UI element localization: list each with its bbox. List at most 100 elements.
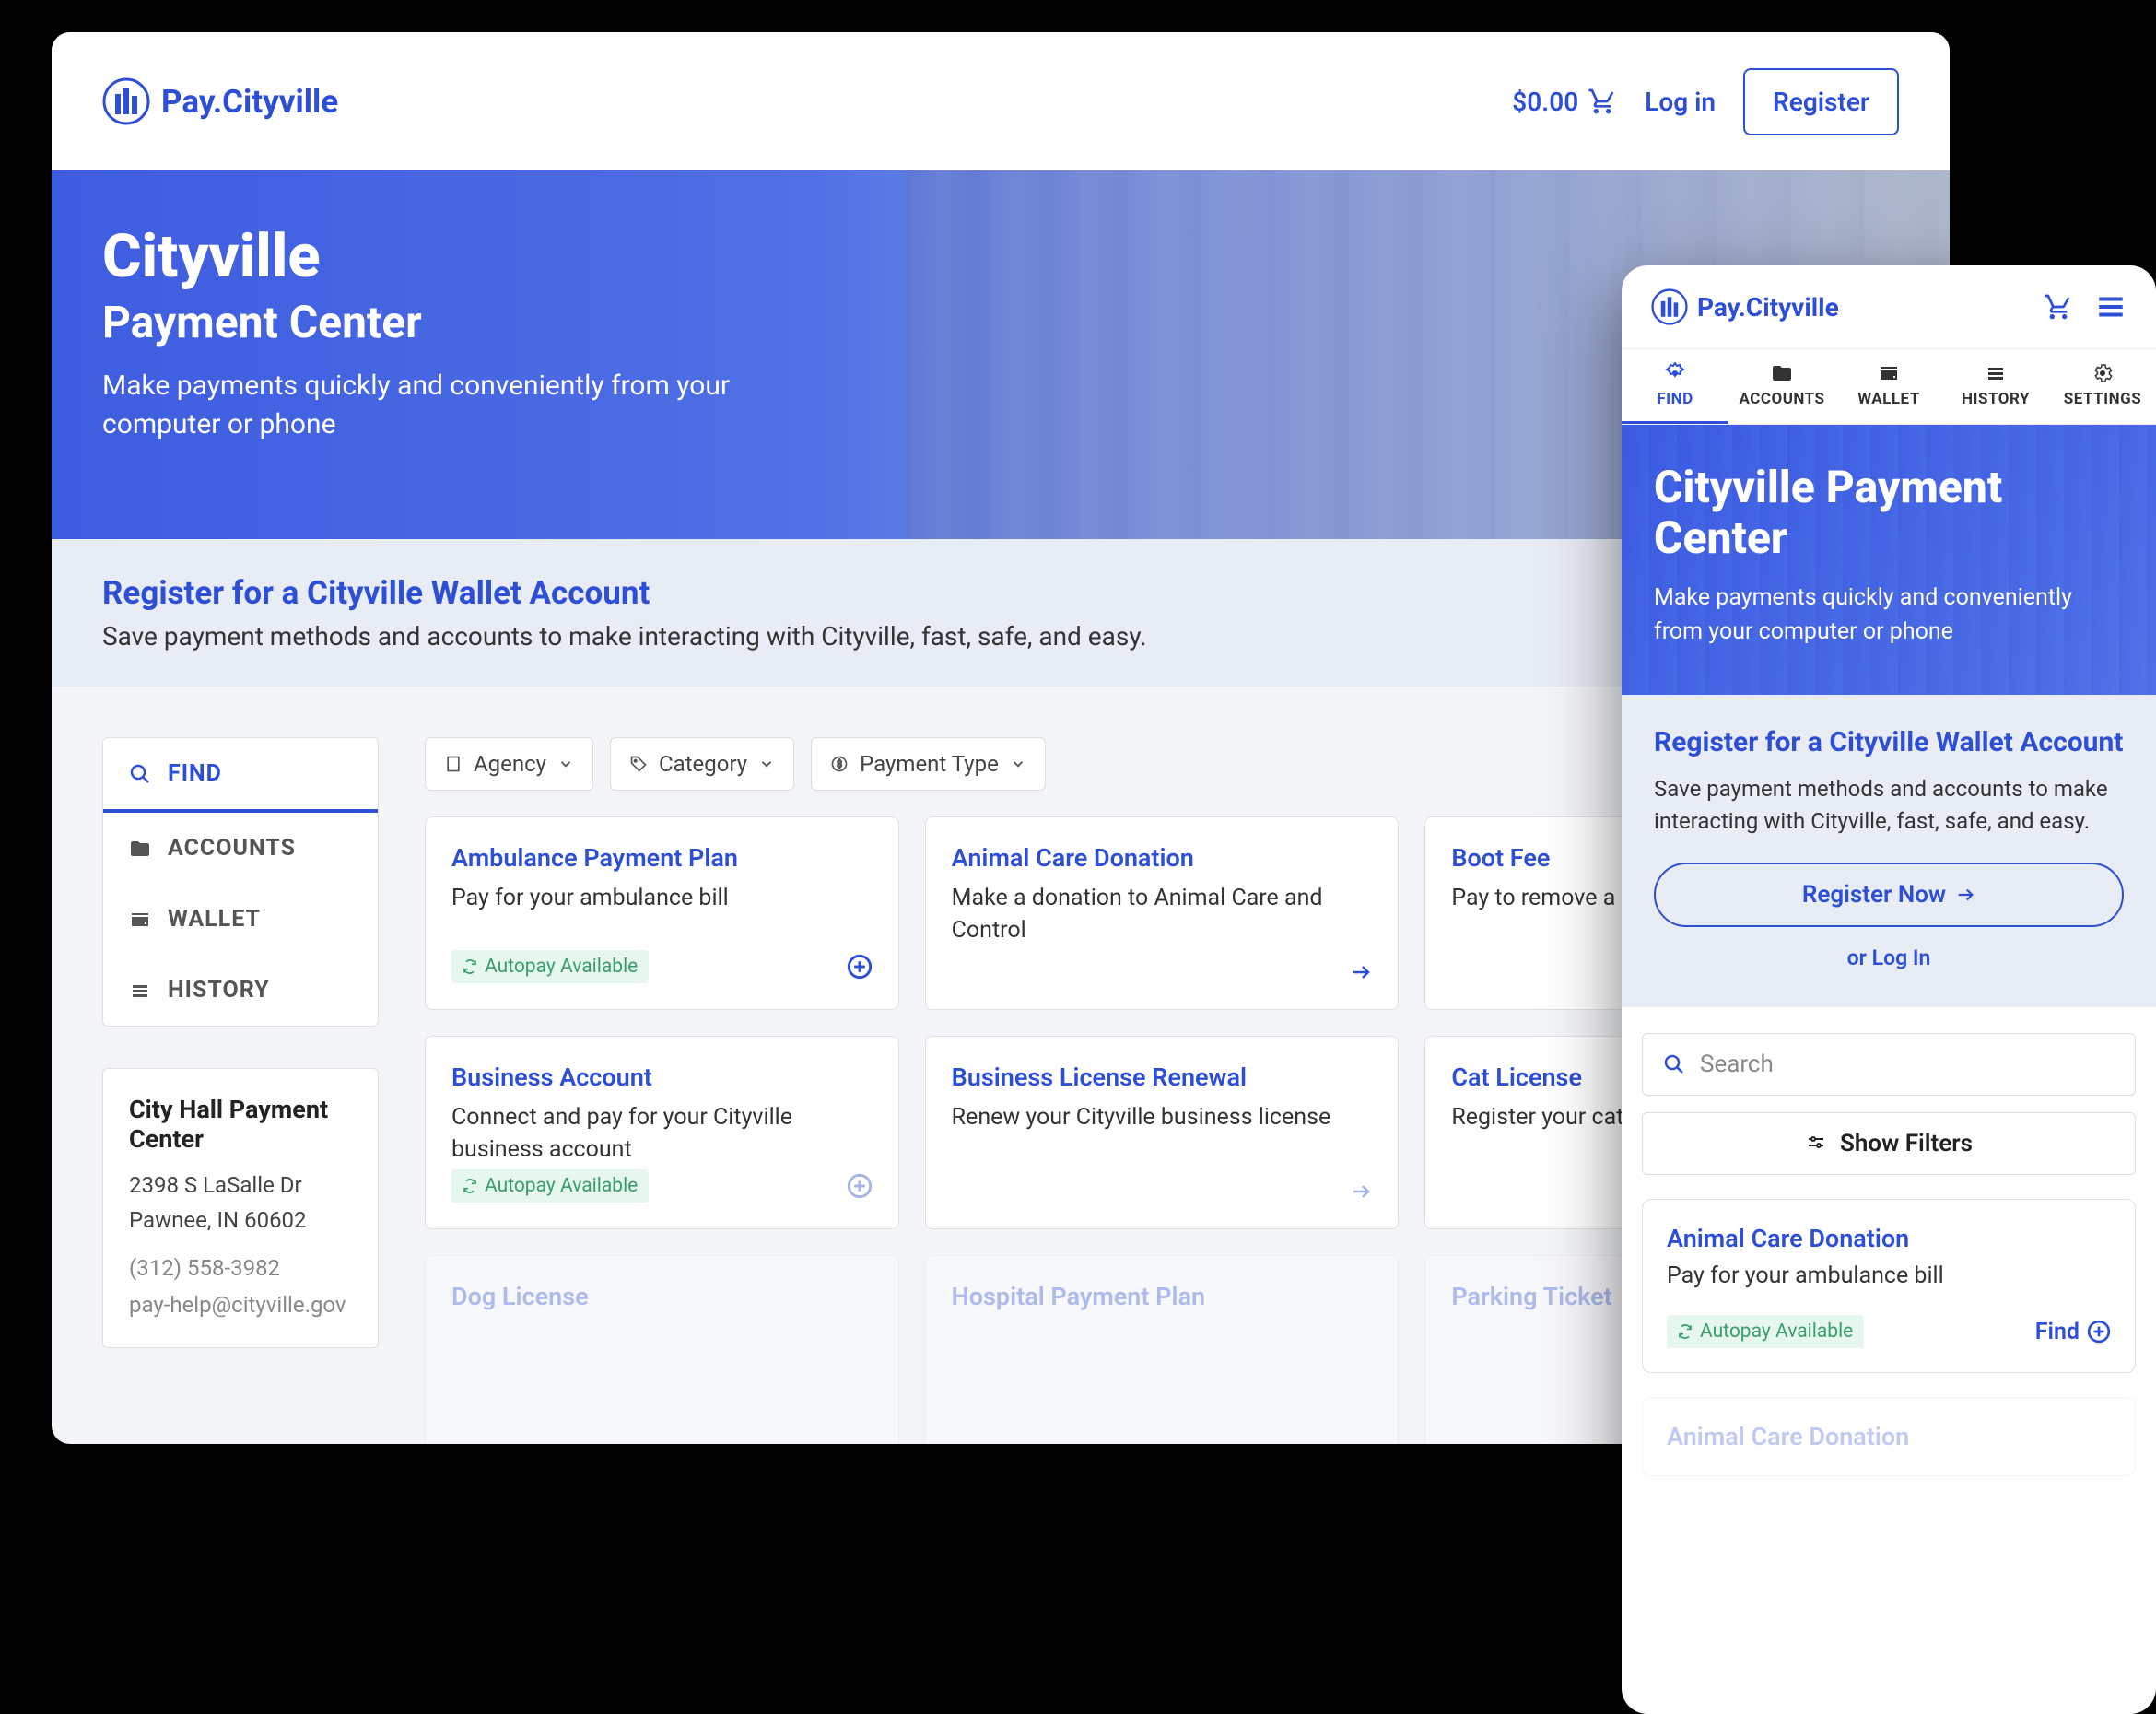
logo-text: Pay.Cityville — [161, 83, 338, 121]
wallet-icon — [1878, 362, 1900, 384]
tab-find[interactable]: FIND — [1622, 349, 1728, 424]
payment-card[interactable]: Ambulance Payment Plan Pay for your ambul… — [425, 816, 899, 1010]
cart-amount: $0.00 — [1512, 87, 1578, 117]
svg-text:$: $ — [837, 757, 842, 769]
tab-history[interactable]: HISTORY — [1942, 349, 2049, 424]
card-title: Animal Care Donation — [952, 843, 1373, 873]
tab-settings[interactable]: SETTINGS — [2049, 349, 2156, 424]
info-title: City Hall Payment Center — [129, 1095, 352, 1154]
logo-icon — [1651, 288, 1688, 325]
arrow-right-icon — [1955, 885, 1975, 905]
or-login-link[interactable]: or Log In — [1654, 945, 2124, 970]
payment-card-faded: Animal Care Donation — [1642, 1397, 2136, 1476]
plus-circle-icon — [2087, 1320, 2111, 1344]
card-desc: Pay for your ambulance bill — [451, 882, 873, 914]
autopay-badge: Autopay Available — [451, 1169, 649, 1203]
search-icon — [1663, 1053, 1685, 1075]
info-email: pay-help@cityville.gov — [129, 1288, 352, 1321]
register-button[interactable]: Register — [1743, 68, 1899, 135]
find-button[interactable]: Find — [2035, 1319, 2111, 1345]
gear-icon — [2092, 362, 2114, 384]
tab-wallet[interactable]: WALLET — [1835, 349, 1942, 424]
card-title: Ambulance Payment Plan — [451, 843, 873, 873]
sidebar: FIND ACCOUNTS WALLET HISTORY City Hall P… — [102, 737, 379, 1444]
mobile-view: Pay.Cityville FIND ACCOUNTS WALLET HISTO… — [1622, 265, 2156, 1714]
payment-card-faded: Hospital Payment Plan — [925, 1255, 1400, 1444]
card-footer — [952, 1180, 1373, 1203]
payment-card[interactable]: Business Account Connect and pay for your… — [425, 1036, 899, 1229]
card-desc: Make a donation to Animal Care and Contr… — [952, 882, 1373, 946]
filter-category[interactable]: Category — [610, 737, 794, 791]
register-bar-desc: Save payment methods and accounts to mak… — [102, 621, 1147, 652]
mobile-content: Search Show Filters Animal Care Donation… — [1622, 1007, 2156, 1502]
add-button[interactable] — [847, 954, 873, 980]
arrow-button[interactable] — [1350, 1180, 1372, 1203]
chevron-down-icon — [758, 756, 775, 772]
autopay-badge: Autopay Available — [1667, 1315, 1864, 1348]
mobile-hero: Cityville Payment Center Make payments q… — [1622, 425, 2156, 695]
info-phone: (312) 558-3982 — [129, 1251, 352, 1285]
mobile-header: Pay.Cityville — [1622, 265, 2156, 348]
register-desc: Save payment methods and accounts to mak… — [1654, 773, 2124, 838]
logo[interactable]: Pay.Cityville — [1651, 288, 1839, 325]
wallet-icon — [129, 909, 151, 931]
register-now-button[interactable]: Register Now — [1654, 863, 2124, 927]
payment-card[interactable]: Animal Care Donation Make a donation to A… — [925, 816, 1400, 1010]
tag-icon — [629, 755, 648, 773]
card-desc: Connect and pay for your Cityville busin… — [451, 1101, 873, 1166]
tab-find[interactable]: FIND — [103, 738, 378, 813]
header-actions: $0.00 Log in Register — [1512, 68, 1899, 135]
mobile-tabs: FIND ACCOUNTS WALLET HISTORY SETTINGS — [1622, 348, 2156, 425]
menu-icon[interactable] — [2095, 291, 2127, 323]
search-input[interactable]: Search — [1642, 1033, 2136, 1096]
payment-card[interactable]: Animal Care Donation Pay for your ambula… — [1642, 1199, 2136, 1373]
gear-icon — [1664, 362, 1686, 384]
cart-button[interactable]: $0.00 — [1512, 87, 1617, 117]
chevron-down-icon — [557, 756, 574, 772]
sliders-icon — [1805, 1133, 1827, 1155]
history-icon — [1985, 362, 2007, 384]
card-title: Dog License — [451, 1282, 873, 1311]
cart-icon — [1588, 87, 1617, 116]
card-footer — [952, 961, 1373, 983]
hero-description: Make payments quickly and conveniently f… — [102, 367, 803, 444]
autopay-badge: Autopay Available — [451, 950, 649, 983]
cart-icon[interactable] — [2044, 292, 2073, 322]
desktop-header: Pay.Cityville $0.00 Log in Register — [52, 32, 1950, 170]
card-title: Business License Renewal — [952, 1062, 1373, 1092]
contact-info-card: City Hall Payment Center 2398 S LaSalle … — [102, 1068, 379, 1348]
payment-card[interactable]: Business License Renewal Renew your Cityv… — [925, 1036, 1400, 1229]
card-title: Hospital Payment Plan — [952, 1282, 1373, 1311]
tab-wallet[interactable]: WALLET — [103, 884, 378, 955]
info-addr1: 2398 S LaSalle Dr — [129, 1168, 352, 1202]
card-desc: Pay for your ambulance bill — [1667, 1262, 2111, 1289]
tab-history[interactable]: HISTORY — [103, 955, 378, 1026]
card-footer: Autopay Available — [451, 1169, 873, 1203]
hero-title: Cityville Payment Center — [1654, 462, 2124, 563]
search-icon — [129, 763, 151, 785]
folder-icon — [129, 838, 151, 860]
card-title: Business Account — [451, 1062, 873, 1092]
history-icon — [129, 980, 151, 1002]
show-filters-button[interactable]: Show Filters — [1642, 1112, 2136, 1175]
folder-icon — [1771, 362, 1793, 384]
arrow-button[interactable] — [1350, 961, 1372, 983]
card-title: Animal Care Donation — [1667, 1224, 2111, 1253]
dollar-icon: $ — [830, 755, 849, 773]
sidebar-tabs: FIND ACCOUNTS WALLET HISTORY — [102, 737, 379, 1027]
add-button[interactable] — [847, 1173, 873, 1199]
filter-agency[interactable]: Agency — [425, 737, 593, 791]
logo-icon — [102, 77, 150, 125]
tab-accounts[interactable]: ACCOUNTS — [103, 813, 378, 884]
login-link[interactable]: Log in — [1645, 87, 1716, 117]
card-desc: Renew your Cityville business license — [952, 1101, 1373, 1133]
building-icon — [444, 755, 463, 773]
logo-text: Pay.Cityville — [1697, 292, 1839, 323]
register-title: Register for a Cityville Wallet Account — [1654, 724, 2124, 760]
mobile-register-section: Register for a Cityville Wallet Account … — [1622, 695, 2156, 1008]
register-bar-title: Register for a Cityville Wallet Account — [102, 574, 1147, 612]
logo[interactable]: Pay.Cityville — [102, 77, 338, 125]
filter-payment-type[interactable]: $ Payment Type — [811, 737, 1046, 791]
tab-accounts[interactable]: ACCOUNTS — [1728, 349, 1835, 424]
info-addr2: Pawnee, IN 60602 — [129, 1203, 352, 1237]
